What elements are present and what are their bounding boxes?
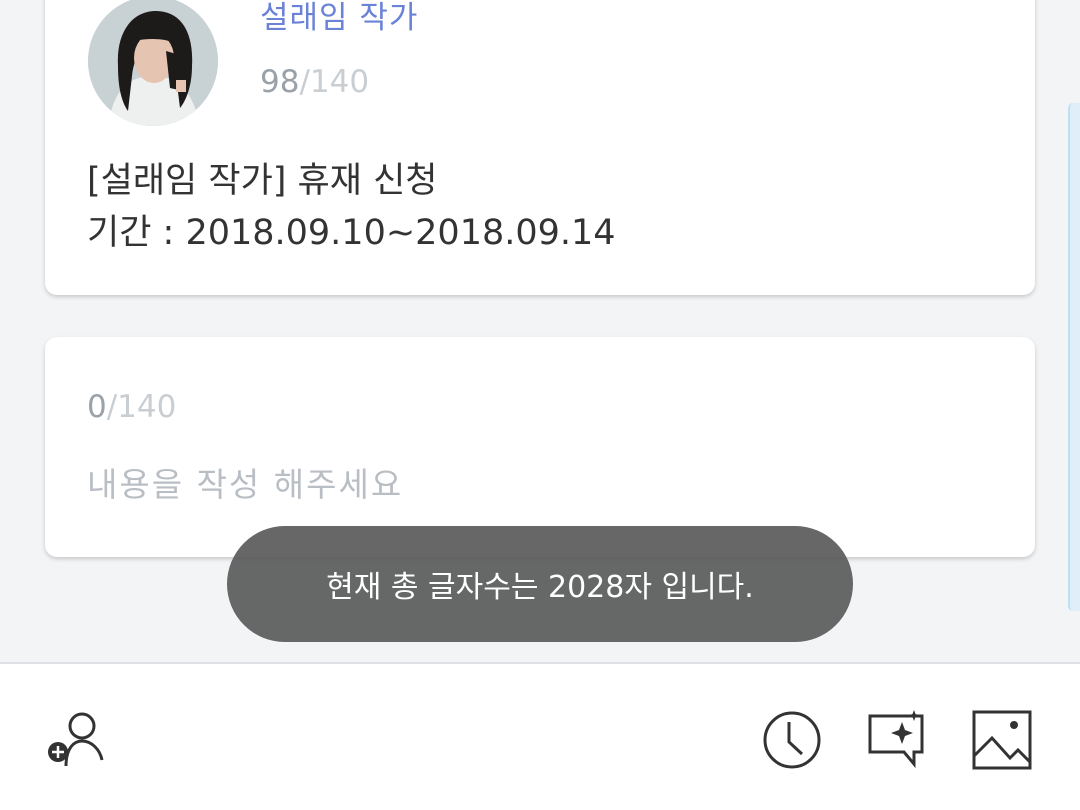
avatar-photo [88, 0, 218, 126]
bottom-toolbar [0, 662, 1080, 810]
toast-message: 현재 총 글자수는 2028자 입니다. [227, 526, 853, 642]
reply-input[interactable] [87, 465, 987, 504]
page: 설래임 작가 98/140 [설래임 작가] 휴재 신청 기간 : 2018.0… [0, 0, 1080, 810]
toast-text: 현재 총 글자수는 2028자 입니다. [326, 570, 754, 605]
post-card: 설래임 작가 98/140 [설래임 작가] 휴재 신청 기간 : 2018.0… [45, 0, 1035, 295]
post-body: [설래임 작가] 휴재 신청 기간 : 2018.09.10~2018.09.1… [87, 155, 616, 259]
scrollbar[interactable] [1068, 103, 1080, 611]
post-char-count: 98 [260, 64, 300, 100]
reply-char-count: 0 [87, 389, 107, 425]
post-char-max: /140 [299, 64, 370, 100]
add-user-icon[interactable] [44, 708, 108, 772]
author-name[interactable]: 설래임 작가 [260, 0, 418, 37]
reply-char-max: /140 [106, 389, 177, 425]
reply-char-counter: 0/140 [87, 389, 176, 425]
author-avatar[interactable] [88, 0, 218, 126]
post-body-line: [설래임 작가] 휴재 신청 [87, 161, 438, 201]
reply-card: 0/140 [45, 337, 1035, 557]
post-body-line: 기간 : 2018.09.10~2018.09.14 [87, 213, 616, 253]
clock-icon[interactable] [760, 708, 824, 772]
post-char-counter: 98/140 [260, 64, 369, 100]
image-icon[interactable] [970, 708, 1034, 772]
sparkle-message-icon[interactable] [866, 708, 930, 772]
